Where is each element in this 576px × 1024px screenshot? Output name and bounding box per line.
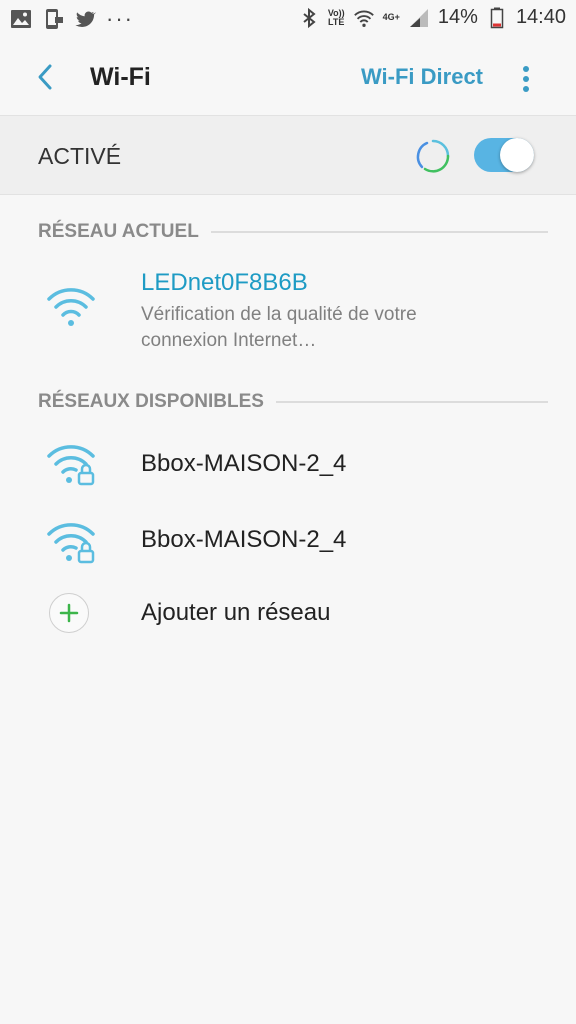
available-networks-header: RÉSEAUX DISPONIBLES [38,390,548,414]
battery-icon [490,7,504,28]
wifi-direct-button[interactable]: Wi-Fi Direct [361,64,483,90]
more-options-icon[interactable] [514,62,538,96]
volte-indicator: Vo)) LTE [327,7,345,27]
toggle-knob [500,138,534,172]
gallery-icon [11,10,31,28]
wifi-secured-icon [47,523,95,564]
wifi-master-switch-row[interactable]: ACTIVÉ [0,115,576,195]
network-name: Bbox-MAISON-2_4 [141,450,347,477]
network-list-item[interactable]: Bbox-MAISON-2_4 [0,510,576,580]
twitter-icon [75,11,96,27]
section-label: RÉSEAU ACTUEL [38,221,199,242]
current-network-item[interactable]: LEDnet0F8B6B Vérification de la qualité … [0,260,576,360]
more-notifications-icon: ··· [106,6,134,31]
current-network-name: LEDnet0F8B6B [141,269,308,296]
bluetooth-icon [303,7,316,28]
current-network-status: Vérification de la qualité de votre conn… [141,302,541,354]
app-bar: Wi-Fi Wi-Fi Direct [0,40,576,114]
section-divider [210,231,548,233]
status-line-1: Vérification de la qualité de votre [141,304,417,325]
wifi-toggle-switch[interactable] [474,138,534,172]
add-network-label: Ajouter un réseau [141,599,331,626]
wifi-signal-icon [47,288,95,326]
add-network-icon [49,593,89,633]
back-arrow-icon[interactable] [30,60,64,94]
add-network-item[interactable]: Ajouter un réseau [0,585,576,645]
section-divider [275,401,548,403]
screenshot-icon [46,9,63,29]
status-bar-notifications: ··· [10,8,134,30]
signal-icon [409,8,428,27]
wifi-secured-icon [47,445,95,486]
network-list-item[interactable]: Bbox-MAISON-2_4 [0,430,576,500]
plus-icon [59,603,79,623]
loading-spinner-icon [416,139,450,173]
section-label: RÉSEAUX DISPONIBLES [38,391,264,412]
clock: 14:40 [515,6,566,28]
network-type-indicator: 4G+ [382,12,400,22]
status-bar: ··· Vo)) LTE 4G+ 14% 14:40 [0,0,576,40]
page-title: Wi-Fi [90,63,151,91]
current-network-header: RÉSEAU ACTUEL [38,220,548,244]
wifi-status-icon [353,10,374,27]
battery-percent: 14% [437,6,478,28]
network-name: Bbox-MAISON-2_4 [141,526,347,553]
status-line-2: connexion Internet… [141,330,317,351]
status-bar-system: Vo)) LTE 4G+ 14% 14:40 [298,6,566,29]
wifi-state-label: ACTIVÉ [38,143,122,169]
